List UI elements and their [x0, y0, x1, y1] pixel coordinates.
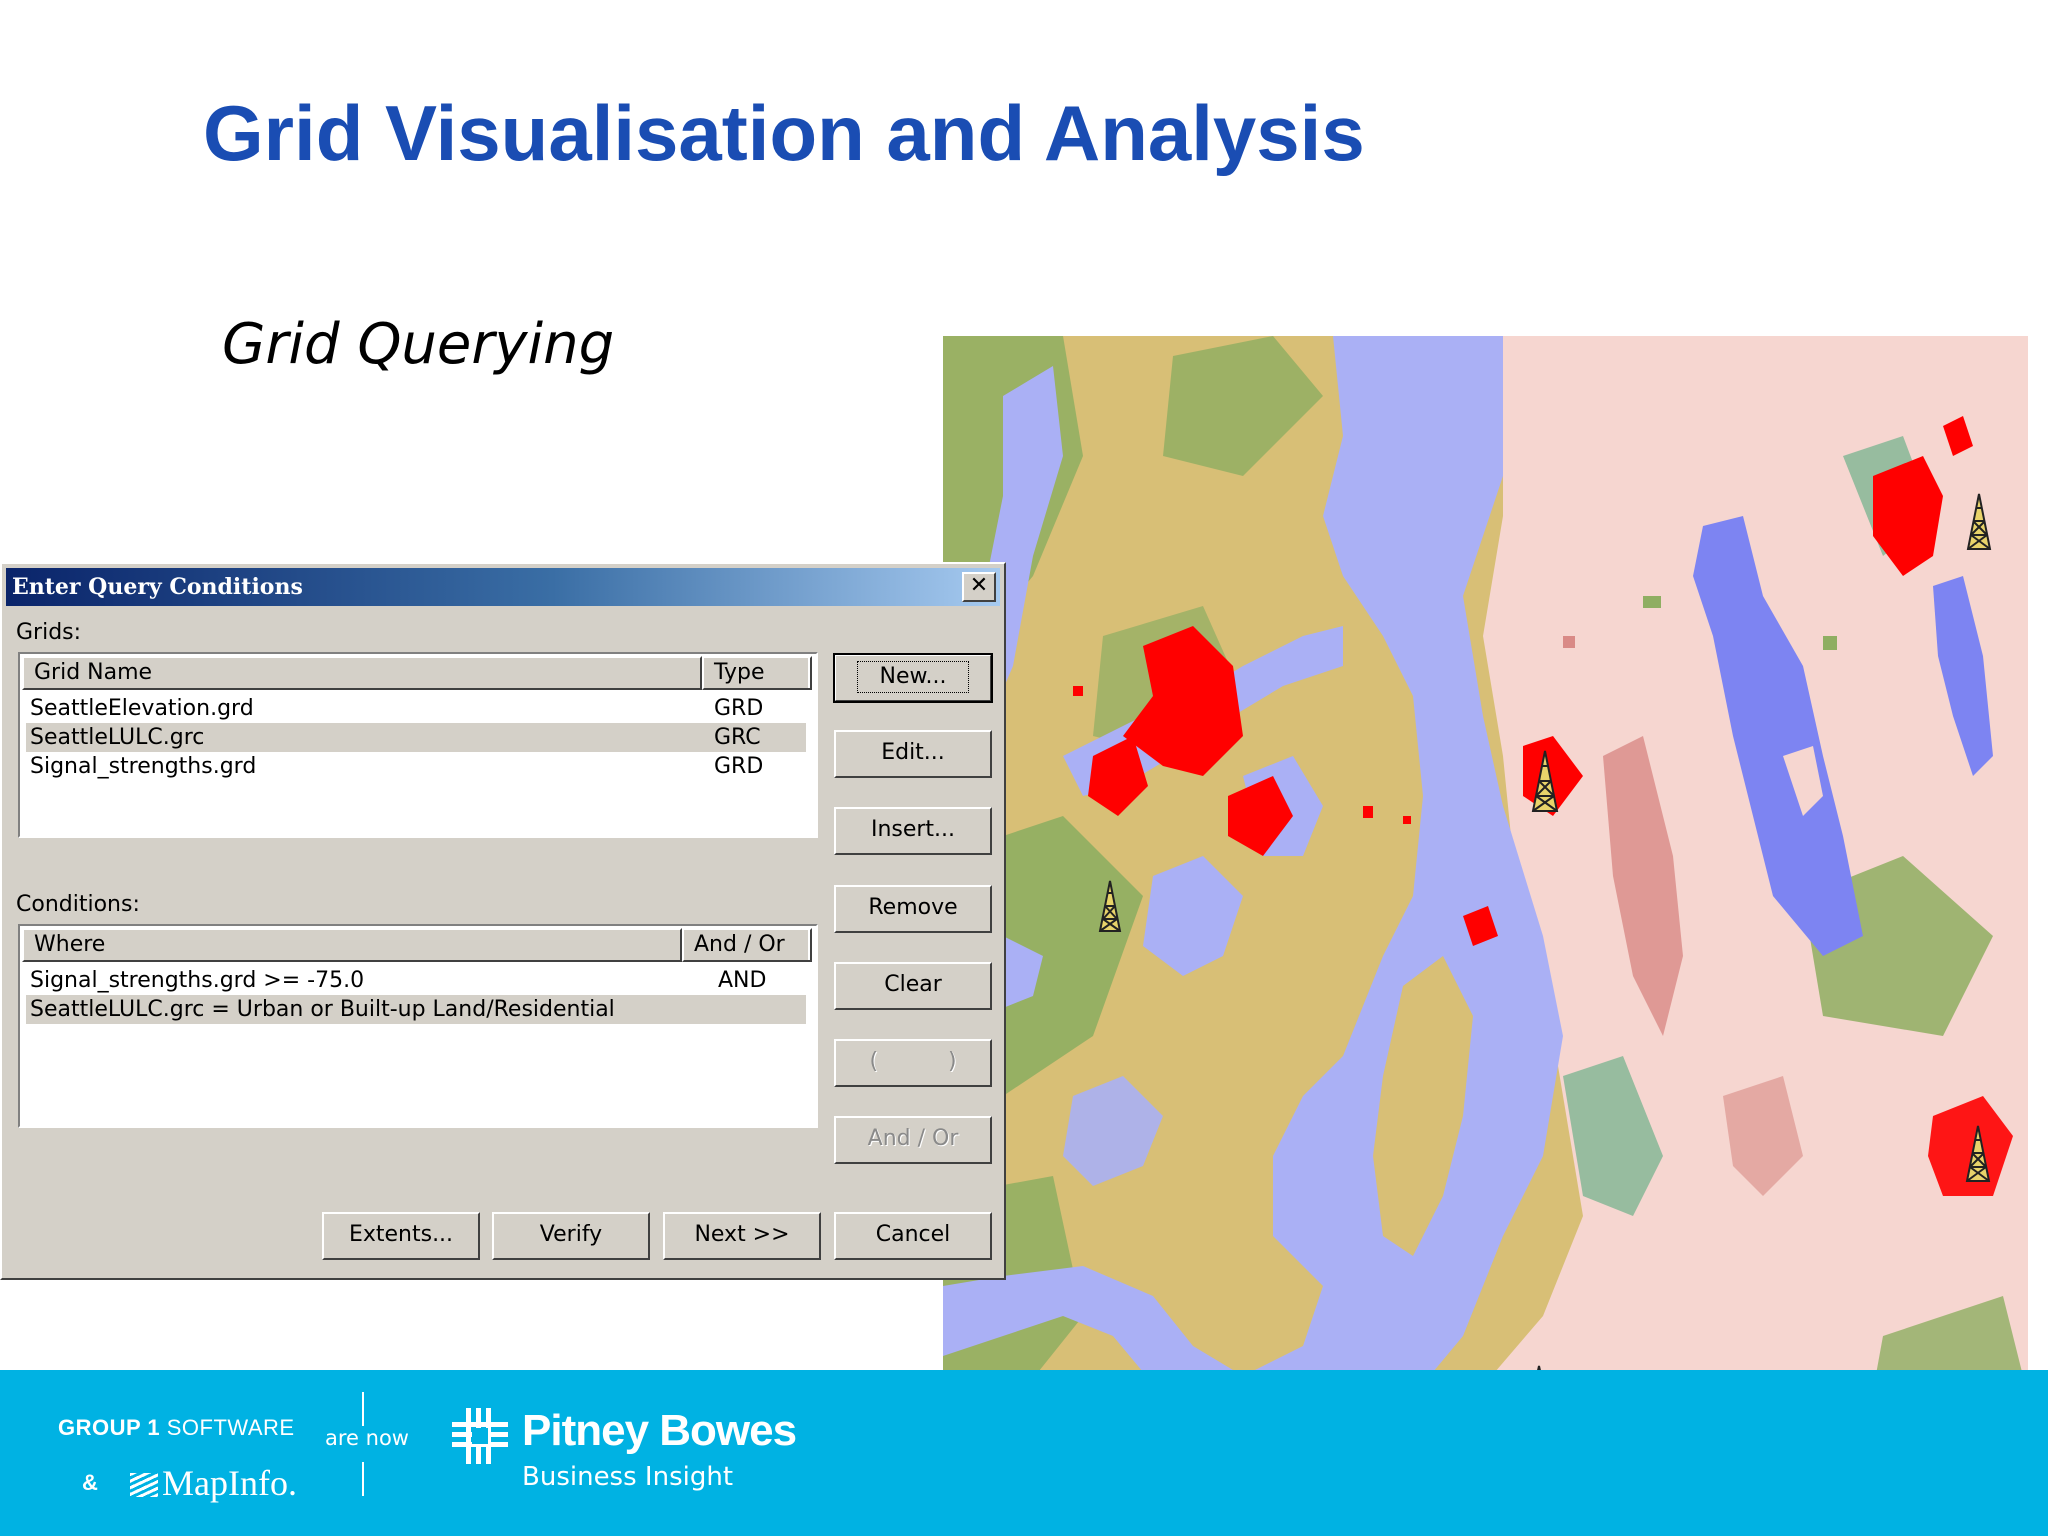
separator [362, 1462, 364, 1496]
slide-title: Grid Visualisation and Analysis [203, 89, 1365, 177]
group1-logo: GROUP 1 SOFTWARE [58, 1415, 295, 1440]
cancel-button[interactable]: Cancel [834, 1212, 992, 1260]
edit-button[interactable]: Edit... [834, 730, 992, 778]
grid-type: GRD [714, 696, 764, 721]
column-header-grid-name[interactable]: Grid Name [22, 656, 702, 690]
grid-type: GRD [714, 754, 764, 779]
conditions-header: Where And / Or [22, 928, 812, 962]
separator [362, 1392, 364, 1426]
footer-band: GROUP 1 SOFTWARE & MapInfo. are now Pitn… [0, 1370, 2048, 1536]
next-button[interactable]: Next >> [663, 1212, 821, 1260]
conditions-list[interactable]: Where And / Or Signal_strengths.grd >= -… [18, 924, 818, 1128]
grid-name: SeattleLULC.grc [30, 725, 205, 750]
dialog-title: Enter Query Conditions [12, 574, 303, 600]
clear-button[interactable]: Clear [834, 962, 992, 1010]
condition-where: Signal_strengths.grd >= -75.0 [30, 968, 365, 993]
new-button[interactable]: New... [833, 653, 993, 703]
grid-row[interactable]: SeattleLULC.grc GRC [26, 723, 806, 752]
business-insight-text: Business Insight [522, 1462, 734, 1492]
column-header-where[interactable]: Where [22, 928, 682, 962]
and-or-button[interactable]: And / Or [834, 1116, 992, 1164]
pitney-bowes-logo-icon [452, 1408, 508, 1464]
condition-and-or: AND [718, 968, 767, 993]
pitney-bowes-wordmark: Pitney Bowes [522, 1406, 797, 1455]
condition-row[interactable]: SeattleLULC.grc = Urban or Built-up Land… [26, 995, 806, 1024]
mapinfo-logo: MapInfo. [130, 1462, 297, 1504]
ampersand: & [82, 1470, 98, 1495]
conditions-label: Conditions: [16, 892, 140, 917]
grids-list[interactable]: Grid Name Type SeattleElevation.grd GRD … [18, 652, 818, 838]
insert-button[interactable]: Insert... [834, 807, 992, 855]
query-conditions-dialog: Enter Query Conditions ✕ Grids: Grid Nam… [0, 562, 1006, 1280]
grids-label: Grids: [16, 620, 82, 645]
grid-name: SeattleElevation.grd [30, 696, 254, 721]
grids-header: Grid Name Type [22, 656, 812, 690]
close-icon[interactable]: ✕ [962, 572, 996, 602]
grid-name: Signal_strengths.grd [30, 754, 257, 779]
column-header-and-or[interactable]: And / Or [682, 928, 812, 962]
are-now-text: are now [325, 1426, 409, 1450]
slide-subtitle: Grid Querying [222, 312, 615, 377]
condition-where: SeattleLULC.grc = Urban or Built-up Land… [30, 997, 615, 1022]
extents-button[interactable]: Extents... [322, 1212, 480, 1260]
column-header-type[interactable]: Type [702, 656, 812, 690]
verify-button[interactable]: Verify [492, 1212, 650, 1260]
dialog-titlebar[interactable]: Enter Query Conditions ✕ [6, 568, 1000, 606]
mapinfo-swoosh-icon [130, 1473, 158, 1497]
grid-row[interactable]: SeattleElevation.grd GRD [26, 694, 806, 723]
land-use-map [943, 336, 2028, 1518]
condition-row[interactable]: Signal_strengths.grd >= -75.0 AND [26, 966, 806, 995]
grid-type: GRC [714, 725, 761, 750]
grid-row[interactable]: Signal_strengths.grd GRD [26, 752, 806, 781]
remove-button[interactable]: Remove [834, 885, 992, 933]
parentheses-button[interactable]: ( ) [834, 1039, 992, 1087]
